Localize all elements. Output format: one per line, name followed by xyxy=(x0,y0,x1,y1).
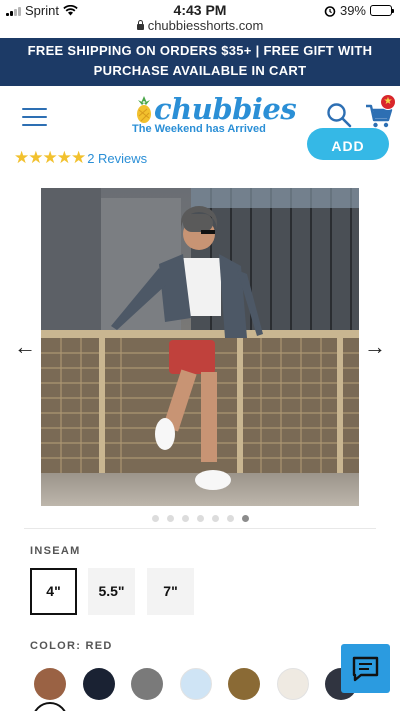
color-swatch[interactable] xyxy=(179,668,212,700)
rating-stars: ★★★★★ xyxy=(14,148,86,167)
cart-icon[interactable]: ★ xyxy=(364,94,396,130)
promo-banner[interactable]: FREE SHIPPING ON ORDERS $35+ | FREE GIFT… xyxy=(0,38,400,86)
inseam-option-7[interactable]: 7" xyxy=(147,568,194,615)
promo-line-2: PURCHASE AVAILABLE IN CART xyxy=(93,63,307,78)
inseam-option-4[interactable]: 4" xyxy=(30,568,77,615)
pineapple-logo-icon xyxy=(137,96,151,123)
url-bar[interactable]: chubbiesshorts.com xyxy=(0,18,400,36)
url-text: chubbiesshorts.com xyxy=(147,18,264,33)
status-right: 39% xyxy=(324,3,394,18)
carousel-dot[interactable] xyxy=(196,515,204,522)
product-photo-illustration xyxy=(41,188,359,506)
divider xyxy=(24,528,376,529)
color-label: COLOR: RED xyxy=(30,640,113,652)
inseam-label: INSEAM xyxy=(30,545,81,557)
logo[interactable]: chubbies The Weekend has Arrived xyxy=(130,92,297,140)
color-swatch[interactable] xyxy=(82,668,115,700)
battery-icon xyxy=(370,5,394,16)
add-to-cart-button[interactable]: ADD xyxy=(307,128,389,160)
logo-tagline: The Weekend has Arrived xyxy=(132,123,266,135)
carousel-dot[interactable] xyxy=(226,515,234,522)
carousel-dot[interactable] xyxy=(181,515,189,522)
image-pagination-dots xyxy=(0,515,400,522)
chat-icon xyxy=(352,656,379,682)
carousel-dot[interactable] xyxy=(151,515,159,522)
promo-line-1: FREE SHIPPING ON ORDERS $35+ | FREE GIFT… xyxy=(27,43,373,58)
logo-wordmark: chubbies xyxy=(154,92,297,126)
chat-button[interactable] xyxy=(341,644,390,693)
product-image[interactable] xyxy=(41,188,359,506)
prev-image-arrow-icon[interactable]: ← xyxy=(14,336,36,358)
color-swatch-selected-ring[interactable] xyxy=(32,702,68,711)
reviews-link[interactable]: 2 Reviews xyxy=(87,151,147,166)
color-swatch[interactable] xyxy=(228,668,260,700)
carousel-dot[interactable] xyxy=(166,515,174,522)
next-image-arrow-icon[interactable]: → xyxy=(364,336,386,358)
inseam-option-5-5[interactable]: 5.5" xyxy=(88,568,135,615)
menu-icon[interactable] xyxy=(22,108,47,126)
status-bar: Sprint 4:43 PM 39% xyxy=(0,0,400,20)
color-swatch[interactable] xyxy=(276,668,309,700)
lock-icon xyxy=(136,20,144,30)
color-swatch[interactable] xyxy=(34,668,66,700)
battery-percent: 39% xyxy=(339,3,366,18)
alarm-icon xyxy=(324,5,336,17)
search-icon[interactable] xyxy=(326,102,352,128)
carousel-dot[interactable] xyxy=(241,515,249,522)
rating-row: ★★★★★ 2 Reviews xyxy=(14,148,147,168)
star-badge-icon: ★ xyxy=(380,94,396,110)
carousel-dot[interactable] xyxy=(211,515,219,522)
color-swatch[interactable] xyxy=(131,668,163,700)
